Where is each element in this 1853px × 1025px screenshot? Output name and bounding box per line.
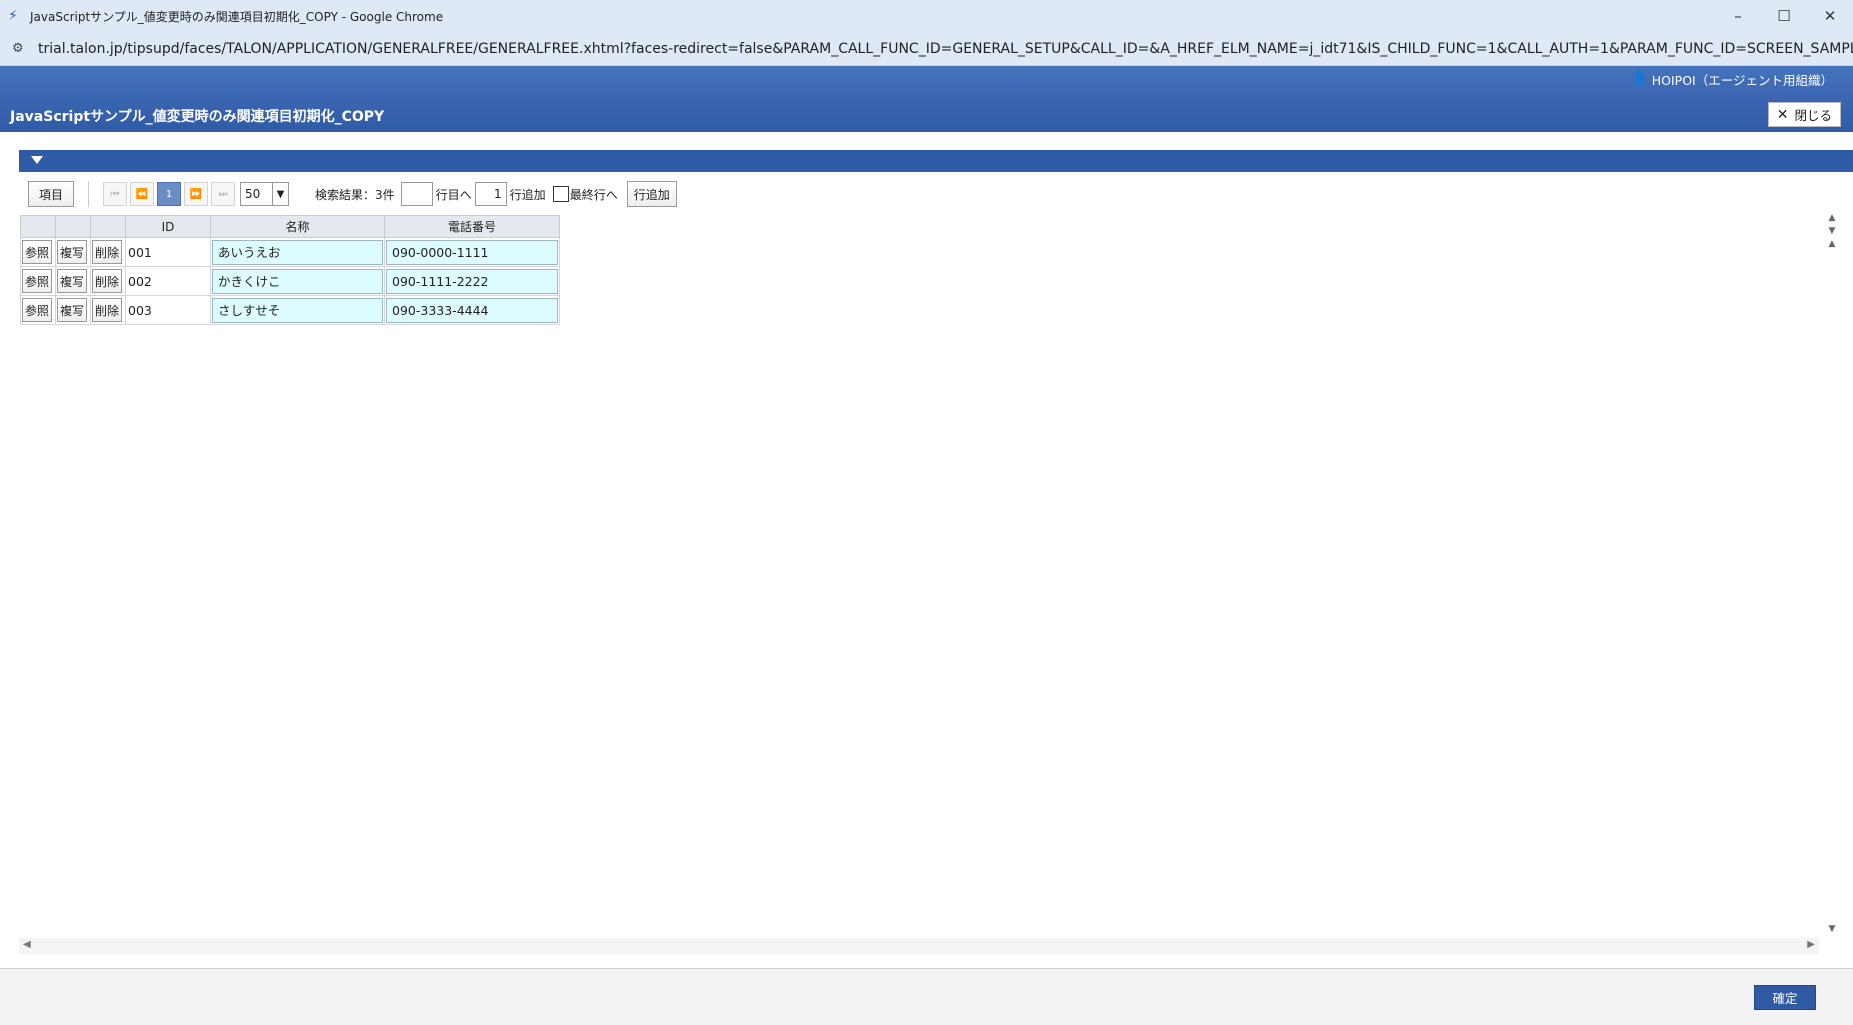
first-page-button[interactable]: ⏮: [103, 182, 128, 206]
page-title: JavaScriptサンプル_値変更時のみ関連項目初期化_COPY: [10, 109, 385, 125]
collapse-toggle-icon[interactable]: [31, 156, 43, 164]
section-header-bar: [19, 150, 1853, 172]
result-count: 検索結果：3件: [315, 187, 395, 202]
phone-field[interactable]: 090-3333-4444: [386, 297, 558, 323]
header-phone: 電話番号: [384, 215, 560, 238]
header-name: 名称: [210, 215, 385, 238]
header-action-delete: [90, 215, 126, 238]
delete-button[interactable]: 削除: [92, 269, 123, 293]
last-row-label: 最終行へ: [569, 187, 618, 202]
copy-button[interactable]: 複写: [57, 269, 88, 293]
scroll-up-icon[interactable]: ▲: [1825, 238, 1839, 251]
page-size-select[interactable]: 50 ▼: [240, 182, 290, 206]
add-row-label: 行追加: [509, 187, 546, 202]
close-window-button[interactable]: ✕: [1807, 0, 1853, 32]
header-id: ID: [125, 215, 211, 238]
row-id: 002: [125, 266, 211, 296]
goto-row-input[interactable]: [400, 182, 433, 206]
site-settings-icon[interactable]: ⚙: [12, 41, 28, 56]
close-label: 閉じる: [1794, 108, 1832, 123]
list-toolbar: 項目 ⏮ ⏪ 1 ⏩ ⏭ 50 ▼ 検索結果：3件 行目へ 1 行追加 最終行へ…: [28, 180, 677, 208]
last-row-checkbox[interactable]: [552, 186, 569, 202]
add-row-button[interactable]: 行追加: [626, 181, 677, 207]
scroll-top-icon[interactable]: ▲: [1825, 212, 1839, 225]
phone-field[interactable]: 090-0000-1111: [386, 239, 558, 265]
horizontal-scrollbar[interactable]: ◀ ▶: [19, 938, 1819, 954]
header-action-copy: [55, 215, 91, 238]
data-table: ID 名称 電話番号 参照 複写 削除 001 あいうえお 090-0000-1…: [20, 215, 560, 325]
prev-page-button[interactable]: ⏪: [130, 182, 155, 206]
scroll-down-icon[interactable]: ▼: [1825, 225, 1839, 238]
last-page-button[interactable]: ⏭: [211, 182, 236, 206]
scroll-bottom-icon[interactable]: ▼: [1825, 924, 1839, 934]
table-row: 参照 複写 削除 001 あいうえお 090-0000-1111: [20, 237, 560, 267]
copy-button[interactable]: 複写: [57, 298, 88, 322]
next-page-button[interactable]: ⏩: [184, 182, 209, 206]
close-button[interactable]: ✕ 閉じる: [1767, 102, 1841, 127]
view-button[interactable]: 参照: [22, 240, 53, 264]
table-row: 参照 複写 削除 003 さしすせそ 090-3333-4444: [20, 295, 560, 325]
scroll-left-icon[interactable]: ◀: [23, 939, 31, 950]
user-info[interactable]: 👤 HOIPOI（エージェント用組織）: [1631, 68, 1833, 90]
row-id: 003: [125, 295, 211, 325]
window-titlebar: ⚡ JavaScriptサンプル_値変更時のみ関連項目初期化_COPY - Go…: [0, 0, 1853, 32]
view-button[interactable]: 参照: [22, 298, 53, 322]
user-label: HOIPOI（エージェント用組織）: [1651, 72, 1833, 88]
url-field[interactable]: trial.talon.jp/tipsupd/faces/TALON/APPLI…: [38, 41, 1853, 57]
name-field[interactable]: あいうえお: [212, 239, 383, 265]
table-header-row: ID 名称 電話番号: [20, 215, 560, 238]
toolbar-divider: [88, 181, 90, 207]
table-row: 参照 複写 削除 002 かきくけこ 090-1111-2222: [20, 266, 560, 296]
minimize-button[interactable]: –: [1715, 0, 1761, 32]
maximize-button[interactable]: ☐: [1761, 0, 1807, 32]
header-action-view: [20, 215, 56, 238]
row-id: 001: [125, 237, 211, 267]
phone-field[interactable]: 090-1111-2222: [386, 268, 558, 294]
add-row-count-input[interactable]: 1: [474, 182, 507, 206]
delete-button[interactable]: 削除: [92, 298, 123, 322]
talon-logo-icon: ⚡: [8, 8, 18, 24]
footer-bar: 確定: [0, 968, 1853, 1025]
close-icon: ✕: [1776, 106, 1789, 123]
goto-row-label: 行目へ: [435, 187, 472, 202]
delete-button[interactable]: 削除: [92, 240, 123, 264]
scroll-right-icon[interactable]: ▶: [1807, 939, 1815, 950]
current-page-button[interactable]: 1: [157, 182, 182, 206]
copy-button[interactable]: 複写: [57, 240, 88, 264]
vertical-scroll-controls: ▲ ▼ ▲: [1825, 212, 1839, 251]
name-field[interactable]: さしすせそ: [212, 297, 383, 323]
window-title: JavaScriptサンプル_値変更時のみ関連項目初期化_COPY - Goog…: [30, 9, 444, 24]
user-icon: 👤: [1631, 71, 1649, 87]
items-button[interactable]: 項目: [28, 181, 75, 207]
confirm-button[interactable]: 確定: [1754, 985, 1816, 1010]
page-size-value: 50: [245, 187, 261, 201]
address-bar: ⚙ trial.talon.jp/tipsupd/faces/TALON/APP…: [0, 32, 1853, 66]
view-button[interactable]: 参照: [22, 269, 53, 293]
app-header: 👤 HOIPOI（エージェント用組織） JavaScriptサンプル_値変更時の…: [0, 66, 1853, 132]
chevron-down-icon[interactable]: ▼: [272, 183, 288, 205]
name-field[interactable]: かきくけこ: [212, 268, 383, 294]
